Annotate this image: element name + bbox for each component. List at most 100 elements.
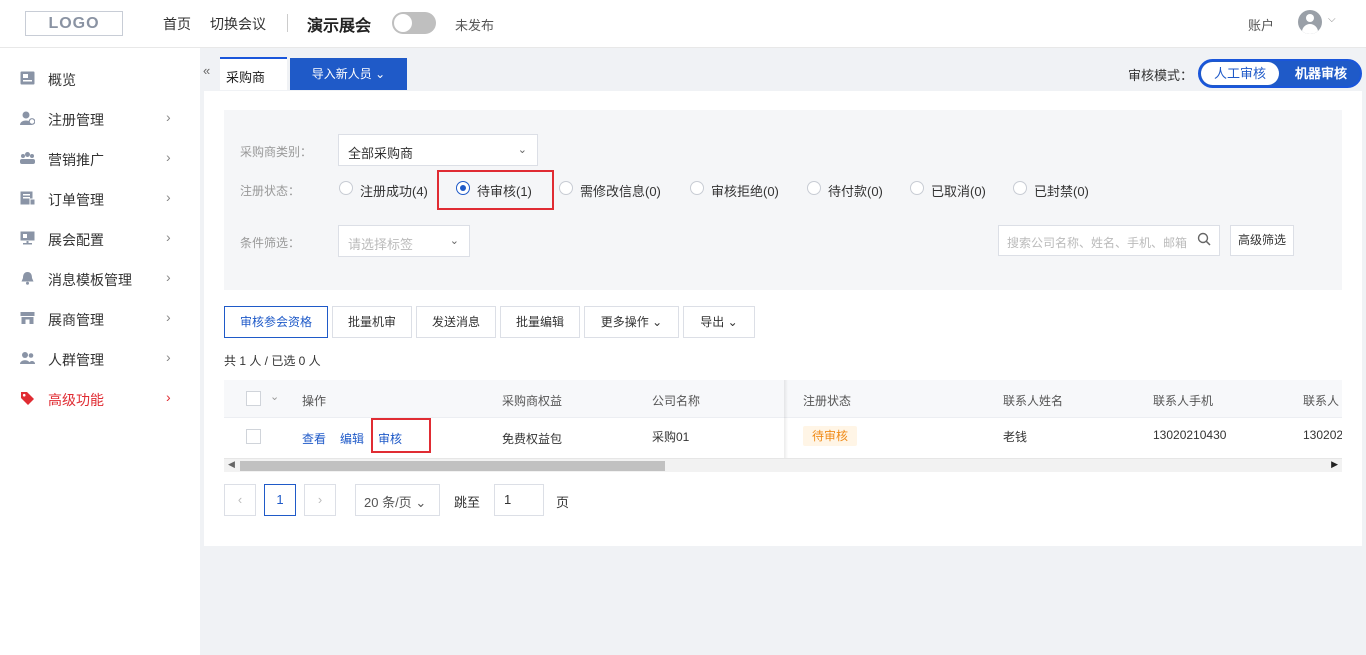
page-suffix: 页 [556, 495, 570, 510]
overview-icon [20, 71, 35, 85]
registration-status-label: 注册状态： [240, 184, 301, 198]
radio-label: 待付款(0) [828, 184, 883, 199]
tab-buyers[interactable]: 采购商 [220, 57, 287, 90]
sidebar-item-orders[interactable]: 订单管理 › [0, 178, 200, 218]
table-header: ⌄ 操作 采购商权益 公司名称 注册状态 联系人姓名 联系人手机 联系人 [224, 380, 1342, 418]
advanced-filter-button[interactable]: 高级筛选 [1230, 225, 1294, 256]
view-link[interactable]: 查看 [302, 430, 326, 447]
sidebar-item-registration[interactable]: 注册管理 › [0, 98, 200, 138]
top-header: LOGO 首页 切换会议 演示展会 未发布 账户 ⌵ [0, 0, 1366, 48]
contact-name-cell: 老钱 [1003, 430, 1028, 444]
nav-home[interactable]: 首页 [163, 14, 191, 34]
column-header-contact-phone: 联系人手机 [1153, 394, 1214, 408]
contact-extra-cell: 130202 [1303, 428, 1342, 442]
sidebar-item-exhibitors[interactable]: 展商管理 › [0, 298, 200, 338]
radio-dot [339, 181, 353, 195]
goto-page-input[interactable]: 1 [494, 484, 544, 516]
fixed-column-shadow [784, 380, 788, 458]
publish-status: 未发布 [455, 18, 495, 33]
page-1-button[interactable]: 1 [264, 484, 296, 516]
selection-count: 共 1 人 / 已选 0 人 [224, 354, 321, 368]
bell-icon [21, 272, 34, 285]
review-mode-toggle: 人工审核 机器审核 [1198, 59, 1362, 88]
collapse-sidebar-button[interactable]: « [203, 63, 210, 78]
sidebar-item-message-templates[interactable]: 消息模板管理 › [0, 258, 200, 298]
batch-edit-button[interactable]: 批量编辑 [500, 306, 580, 338]
column-header-benefit: 采购商权益 [502, 394, 563, 408]
buyer-type-select[interactable]: 全部采购商 ⌄ [338, 134, 538, 166]
publish-toggle[interactable] [392, 12, 436, 34]
highlight-review-link [371, 418, 431, 453]
page-size-value: 20 条/页 [364, 495, 412, 510]
buyer-type-value: 全部采购商 [348, 146, 414, 161]
chevron-right-icon: › [166, 189, 171, 205]
prev-page-button[interactable]: ‹ [224, 484, 256, 516]
search-placeholder: 搜索公司名称、姓名、手机、邮箱 [1007, 236, 1188, 250]
chevron-right-icon: › [166, 109, 171, 125]
radio-dot [559, 181, 573, 195]
scroll-right-icon[interactable]: ▶ [1331, 459, 1338, 470]
highlight-pending-status [437, 170, 554, 210]
user-register-icon [20, 111, 35, 125]
tag-filter-select[interactable]: 请选择标签 ⌄ [338, 225, 470, 257]
sidebar-item-label: 展商管理 [48, 312, 104, 328]
chevron-down-icon[interactable]: ⌄ [270, 390, 279, 403]
column-header-status: 注册状态 [803, 394, 852, 408]
export-label: 导出 [700, 315, 725, 329]
event-title: 演示展会 [307, 18, 372, 35]
edit-link[interactable]: 编辑 [340, 430, 364, 447]
column-header-company: 公司名称 [652, 394, 701, 408]
row-checkbox[interactable] [246, 429, 261, 444]
logo[interactable]: LOGO [25, 11, 123, 36]
chevron-right-icon: › [166, 149, 171, 165]
radio-label: 已封禁(0) [1034, 184, 1089, 199]
search-icon[interactable] [1197, 232, 1211, 246]
column-header-contact-name: 联系人姓名 [1003, 394, 1064, 408]
batch-machine-review-button[interactable]: 批量机审 [332, 306, 412, 338]
radio-label: 已取消(0) [931, 184, 986, 199]
page-size-select[interactable]: 20 条/页 ⌄ [355, 484, 440, 516]
horizontal-scrollbar[interactable]: ◀ ▶ [224, 458, 1342, 472]
sidebar-item-label: 消息模板管理 [48, 272, 132, 288]
next-page-button[interactable]: › [304, 484, 336, 516]
scroll-left-icon[interactable]: ◀ [228, 459, 235, 470]
goto-label: 跳至 [454, 495, 481, 510]
tag-filter-placeholder: 请选择标签 [348, 237, 414, 252]
order-icon [20, 191, 35, 205]
search-input[interactable]: 搜索公司名称、姓名、手机、邮箱 [998, 225, 1220, 256]
sidebar-item-expo-config[interactable]: 展会配置 › [0, 218, 200, 258]
select-all-checkbox[interactable] [246, 391, 261, 406]
sidebar-item-marketing[interactable]: 营销推广 › [0, 138, 200, 178]
radio-dot [690, 181, 704, 195]
sidebar-item-crowd[interactable]: 人群管理 › [0, 338, 200, 378]
account-label[interactable]: 账户 [1248, 15, 1274, 34]
tag-icon [21, 392, 34, 405]
chevron-down-icon[interactable]: ⌵ [1328, 14, 1336, 25]
import-new-people-button[interactable]: 导入新人员 ⌄ [290, 58, 407, 90]
people-icon [20, 352, 35, 364]
more-actions-button[interactable]: 更多操作 ⌄ [584, 306, 679, 338]
scrollbar-thumb[interactable] [240, 461, 665, 471]
sidebar-item-overview[interactable]: 概览 [0, 58, 200, 98]
nav-switch-meeting[interactable]: 切换会议 [210, 14, 266, 34]
radio-label: 需修改信息(0) [580, 184, 661, 199]
contact-phone-cell: 13020210430 [1153, 428, 1227, 442]
manual-review-option[interactable]: 人工审核 [1201, 62, 1279, 85]
sidebar-item-label: 概览 [48, 72, 76, 88]
radio-dot [1013, 181, 1027, 195]
export-button[interactable]: 导出 ⌄ [683, 306, 755, 338]
machine-review-option[interactable]: 机器审核 [1284, 62, 1358, 85]
toggle-knob [394, 14, 412, 32]
column-header-actions: 操作 [302, 394, 327, 408]
chevron-right-icon: › [166, 269, 171, 285]
avatar-icon[interactable] [1298, 10, 1322, 34]
import-button-label: 导入新人员 [311, 67, 372, 81]
review-eligibility-button[interactable]: 审核参会资格 [224, 306, 328, 338]
send-message-button[interactable]: 发送消息 [416, 306, 496, 338]
chevron-down-icon: ⌄ [415, 495, 427, 510]
sidebar-item-advanced[interactable]: 高级功能 › [0, 378, 200, 418]
chevron-right-icon: › [166, 229, 171, 245]
radio-dot [807, 181, 821, 195]
chevron-down-icon: ⌄ [652, 315, 663, 329]
chevron-right-icon: › [166, 349, 171, 365]
